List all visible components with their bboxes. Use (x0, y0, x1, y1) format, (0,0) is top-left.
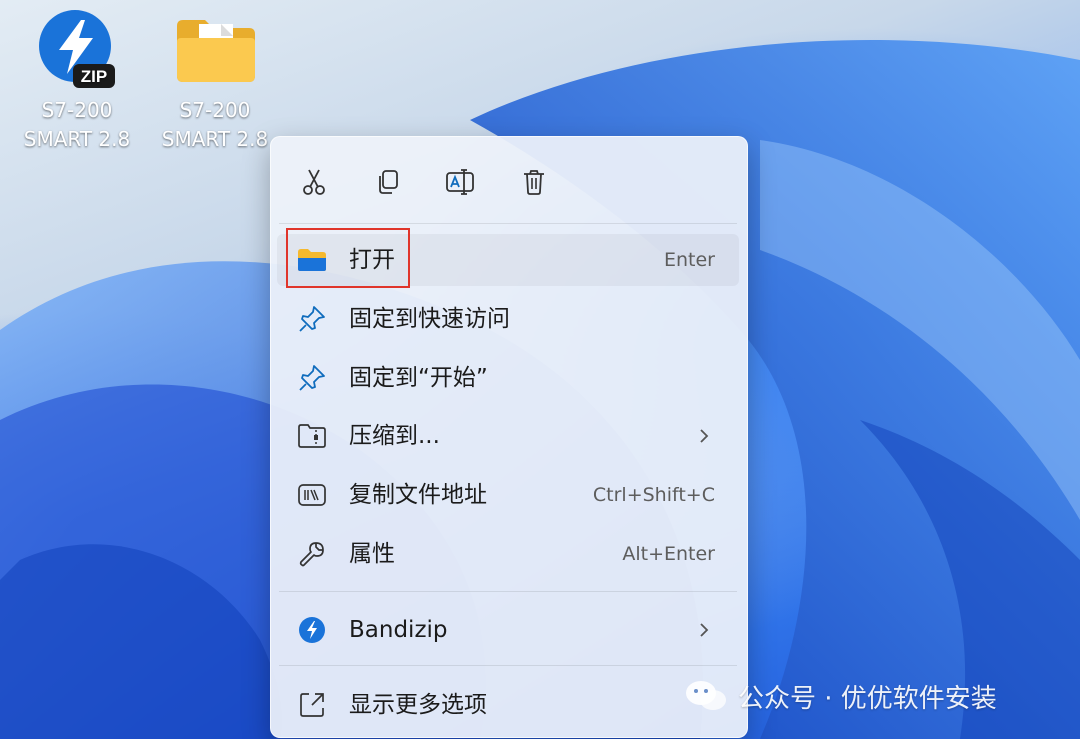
delete-icon (524, 170, 544, 195)
delete-button[interactable] (513, 161, 555, 203)
folder-icon (177, 20, 255, 82)
copy-icon (379, 170, 398, 194)
zip-file-icon: ZIP (39, 10, 115, 88)
menu-item-label: 压缩到... (349, 423, 440, 449)
menu-item-label: 固定到快速访问 (349, 306, 510, 332)
menu-item-pin-quick-access[interactable]: 固定到快速访问 (277, 293, 739, 345)
more-options-icon (297, 691, 327, 719)
copy-path-icon (297, 481, 327, 509)
menu-item-label: 打开 (349, 247, 395, 273)
chevron-right-icon (700, 429, 709, 443)
copy-button[interactable] (366, 161, 408, 203)
watermark-text: 公众号 · 优优软件安装 (738, 683, 997, 714)
desktop-icon-label-line2: SMART 2.8 (23, 127, 131, 151)
bandizip-icon (297, 616, 327, 644)
pin-icon (297, 305, 327, 333)
menu-item-show-more-options[interactable]: 显示更多选项 (277, 679, 739, 731)
menu-item-label: 固定到“开始” (349, 365, 488, 391)
menu-item-pin-start[interactable]: 固定到“开始” (277, 352, 739, 404)
menu-item-properties[interactable]: 属性 Alt+Enter (277, 528, 739, 580)
menu-item-shortcut: Alt+Enter (622, 543, 715, 565)
chevron-right-icon (700, 623, 709, 637)
desktop-icon-zip[interactable]: ZIP S7-200 SMART 2.8 (15, 8, 139, 154)
wrench-icon (297, 540, 327, 568)
folder-open-icon (297, 246, 327, 274)
desktop-icon-folder[interactable]: S7-200 SMART 2.8 (153, 8, 277, 154)
menu-separator (279, 223, 737, 224)
desktop-icon-label-line1: S7-200 (41, 98, 113, 122)
watermark: 公众号 · 优优软件安装 (684, 676, 997, 716)
pin-icon (297, 364, 327, 392)
wechat-icon (686, 681, 726, 710)
cut-icon (303, 169, 325, 195)
menu-item-shortcut: Enter (664, 249, 715, 271)
menu-item-compress[interactable]: 压缩到... (277, 410, 739, 462)
menu-item-label: 显示更多选项 (349, 692, 487, 718)
cut-button[interactable] (293, 161, 335, 203)
zip-badge-text: ZIP (81, 67, 107, 86)
menu-item-label: 复制文件地址 (349, 482, 487, 508)
desktop-icon-label-line1: S7-200 (179, 98, 251, 122)
compress-icon (297, 422, 327, 450)
menu-item-open[interactable]: 打开 Enter (277, 234, 739, 286)
menu-separator (279, 591, 737, 592)
menu-item-label: 属性 (349, 541, 395, 567)
menu-separator (279, 665, 737, 666)
menu-item-label: Bandizip (349, 617, 448, 643)
context-menu: 打开 Enter 固定到快速访问 固定到“开始” 压缩到... 复制文件地址 C… (270, 136, 748, 738)
menu-item-bandizip[interactable]: Bandizip (277, 604, 739, 656)
context-menu-toolbar (271, 137, 747, 223)
desktop-icon-label-line2: SMART 2.8 (161, 127, 269, 151)
menu-item-shortcut: Ctrl+Shift+C (592, 484, 715, 506)
rename-icon (446, 169, 474, 195)
rename-button[interactable] (439, 161, 481, 203)
menu-item-copy-path[interactable]: 复制文件地址 Ctrl+Shift+C (277, 469, 739, 521)
